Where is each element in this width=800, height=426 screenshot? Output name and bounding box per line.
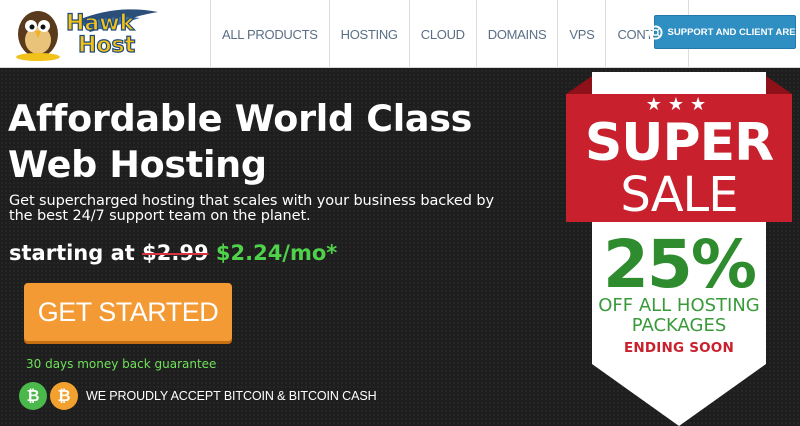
crypto-acceptance-text: WE PROUDLY ACCEPT BITCOIN & BITCOIN CASH bbox=[86, 389, 377, 403]
nav-item-cloud[interactable]: CLOUD bbox=[410, 0, 477, 68]
headline-line-2: Web Hosting bbox=[8, 143, 267, 186]
badge-off-line-1: OFF ALL HOSTING bbox=[598, 295, 760, 316]
new-price: $2.24/mo* bbox=[215, 241, 338, 265]
support-button-label: SUPPORT AND CLIENT AREA bbox=[667, 26, 800, 38]
main-nav: ALL PRODUCTS HOSTING CLOUD DOMAINS VPS C… bbox=[210, 0, 690, 68]
badge-ending-soon: ENDING SOON bbox=[623, 340, 734, 356]
hero-headline: Affordable World Class Web Hosting bbox=[8, 96, 568, 188]
site-header: Hawk Host ALL PRODUCTS HOSTING CLOUD DOM… bbox=[0, 0, 800, 68]
subline-line-2: the best 24/7 support team on the planet… bbox=[9, 208, 311, 224]
subline-line-1: Get supercharged hosting that scales wit… bbox=[9, 193, 494, 209]
badge-percent: 25% bbox=[603, 226, 757, 303]
price-line: starting at $2.99 $2.24/mo* bbox=[9, 241, 337, 265]
support-client-area-button[interactable]: SUPPORT AND CLIENT AREA bbox=[648, 15, 800, 49]
nav-item-all-products[interactable]: ALL PRODUCTS bbox=[211, 0, 330, 68]
nav-item-vps[interactable]: VPS bbox=[558, 0, 607, 68]
badge-off-text: OFF ALL HOSTING PACKAGES bbox=[566, 296, 792, 336]
crypto-acceptance: ₿ ₿ WE PROUDLY ACCEPT BITCOIN & BITCOIN … bbox=[19, 382, 377, 410]
badge-sale: SALE bbox=[620, 167, 738, 223]
bitcoin-icon: ₿ bbox=[19, 382, 47, 410]
badge-super: SUPER bbox=[584, 113, 774, 173]
bitcoin-cash-icon: ₿ bbox=[50, 382, 78, 410]
nav-item-domains[interactable]: DOMAINS bbox=[477, 0, 559, 68]
badge-off-line-2: PACKAGES bbox=[631, 315, 727, 336]
hero-subline: Get supercharged hosting that scales wit… bbox=[9, 194, 569, 224]
nav-item-hosting[interactable]: HOSTING bbox=[330, 0, 410, 68]
logo-text-host: Host bbox=[78, 33, 136, 58]
hawk-host-logo[interactable]: Hawk Host bbox=[8, 2, 160, 62]
money-back-guarantee: 30 days money back guarantee bbox=[26, 357, 217, 371]
get-started-button[interactable]: GET STARTED bbox=[24, 283, 232, 341]
headline-line-1: Affordable World Class bbox=[8, 97, 473, 140]
stars-icon: ★★★ bbox=[645, 94, 713, 115]
price-prefix: starting at bbox=[9, 241, 135, 265]
old-price: $2.99 bbox=[142, 241, 209, 265]
lifebuoy-icon bbox=[648, 24, 663, 40]
